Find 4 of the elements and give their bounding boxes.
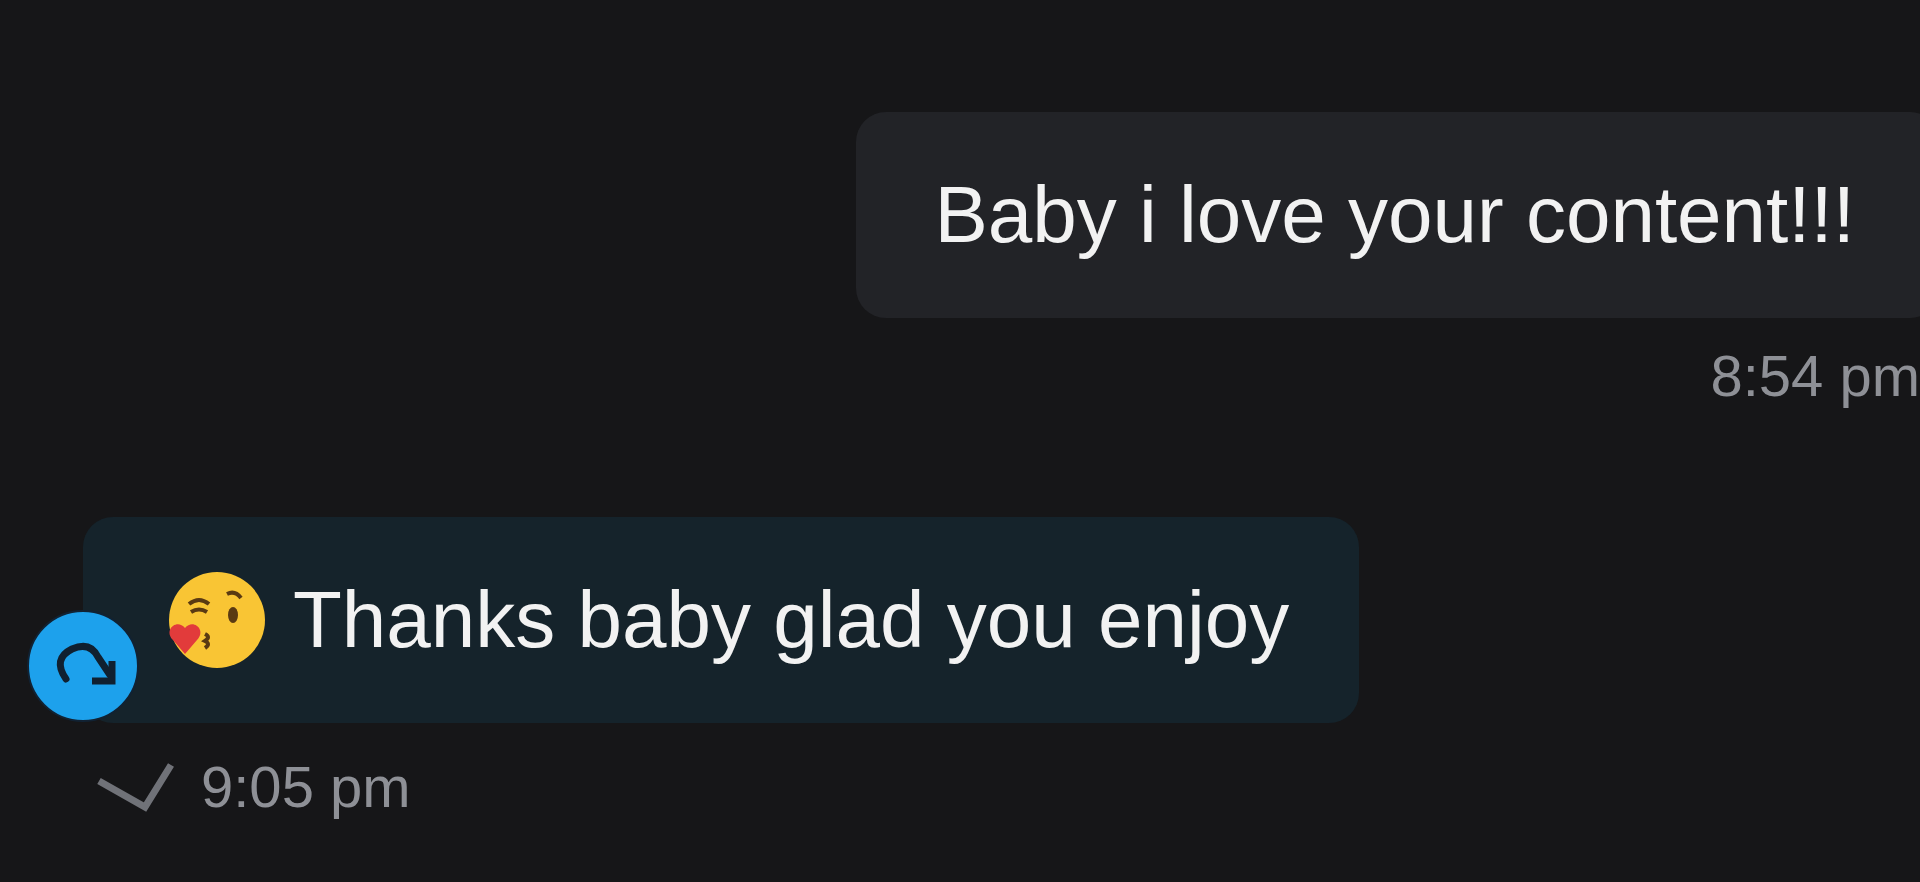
message-text: Thanks baby glad you enjoy (293, 574, 1290, 666)
message-time: 8:54 pm (1710, 342, 1920, 409)
message-text: Baby i love your content!!! (934, 169, 1855, 261)
message-time: 9:05 pm (201, 753, 411, 820)
